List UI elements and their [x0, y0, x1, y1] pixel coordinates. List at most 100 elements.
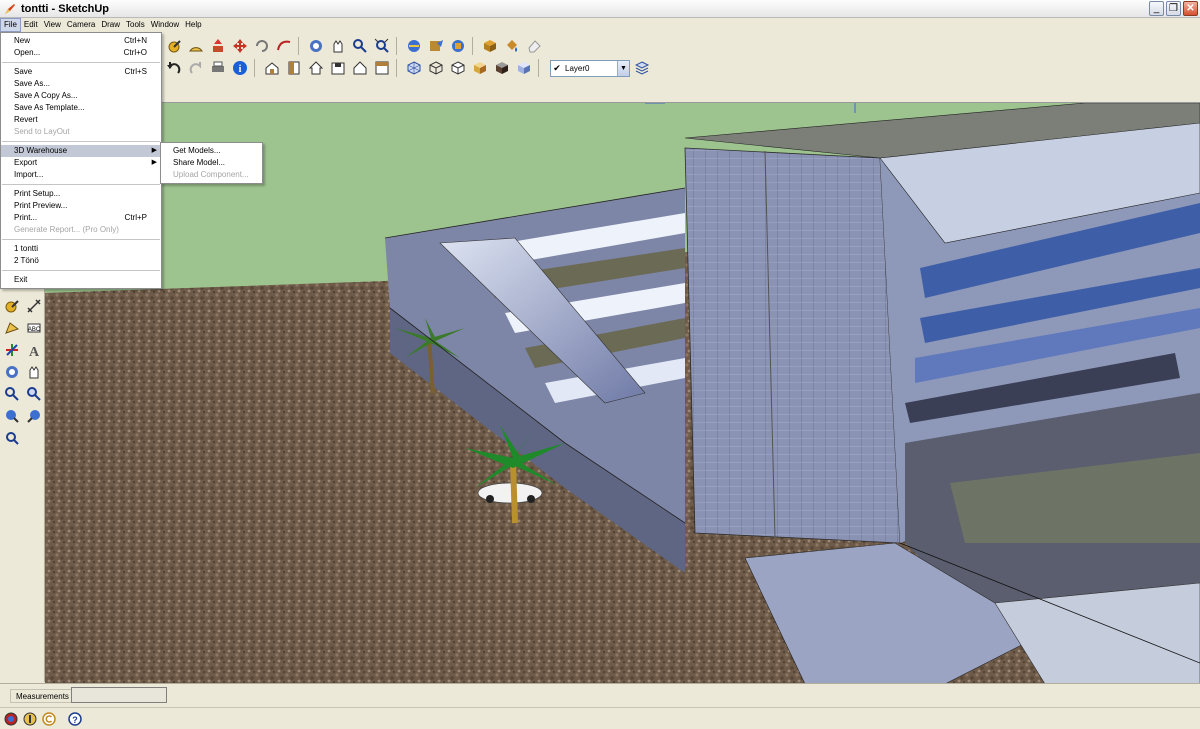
protractor-icon[interactable] — [2, 318, 22, 338]
file-menu-open[interactable]: Open... Ctrl+O — [1, 47, 161, 59]
file-menu-dropdown: New Ctrl+N Open... Ctrl+O Save Ctrl+S Save … — [0, 32, 162, 289]
share-component-icon[interactable] — [448, 36, 468, 56]
chevron-down-icon[interactable]: ▼ — [617, 60, 629, 76]
print-icon[interactable] — [208, 58, 228, 78]
layer-dropdown[interactable]: ✔ Layer0 ▼ — [550, 59, 630, 77]
wireframe-style-icon[interactable] — [426, 58, 446, 78]
hidden-line-style-icon[interactable] — [448, 58, 468, 78]
file-menu-recent-2[interactable]: 2 Tönö — [1, 255, 161, 267]
get-models-icon[interactable] — [404, 36, 424, 56]
tape-measure-icon[interactable] — [2, 296, 22, 316]
orbit-icon[interactable] — [2, 362, 22, 382]
rotate-icon[interactable] — [252, 36, 272, 56]
file-menu-export[interactable]: Export ▶ — [1, 157, 161, 169]
menu-edit[interactable]: Edit — [21, 18, 41, 32]
pan-icon[interactable] — [328, 36, 348, 56]
drawing-viewport[interactable] — [45, 102, 1200, 683]
help-icon[interactable]: ? — [67, 711, 83, 727]
file-menu-recent-1[interactable]: 1 tontti — [1, 243, 161, 255]
component-icon[interactable] — [480, 36, 500, 56]
file-menu-print-setup[interactable]: Print Setup... — [1, 188, 161, 200]
zoom-icon[interactable] — [2, 384, 22, 404]
minimize-button[interactable]: _ — [1149, 1, 1164, 16]
file-menu-revert[interactable]: Revert — [1, 114, 161, 126]
dimension-icon[interactable] — [24, 296, 44, 316]
move-icon[interactable] — [230, 36, 250, 56]
back-view-icon[interactable] — [350, 58, 370, 78]
measurements-input[interactable] — [71, 687, 167, 703]
push-pull-icon[interactable] — [208, 36, 228, 56]
model-scene — [45, 103, 1200, 683]
menu-label: Exit — [14, 275, 28, 284]
share-model-icon[interactable] — [426, 36, 446, 56]
layer-manager-icon[interactable] — [632, 58, 652, 78]
file-menu-exit[interactable]: Exit — [1, 274, 161, 286]
right-view-icon[interactable] — [328, 58, 348, 78]
menu-label: Save — [14, 67, 33, 76]
maximize-button[interactable]: ❐ — [1166, 1, 1181, 16]
title-bar: tontti - SketchUp _ ❐ ✕ — [0, 0, 1200, 18]
left-view-icon[interactable] — [372, 58, 392, 78]
iso-view-icon[interactable] — [262, 58, 282, 78]
menu-window[interactable]: Window — [148, 18, 182, 32]
tape-measure-icon[interactable] — [164, 36, 184, 56]
zoom-window-icon[interactable] — [24, 384, 44, 404]
xray-style-icon[interactable] — [404, 58, 424, 78]
paint-bucket-icon[interactable] — [502, 36, 522, 56]
close-button[interactable]: ✕ — [1183, 1, 1198, 16]
credits-icon[interactable] — [22, 711, 38, 727]
left-toolbar-grid: ABC A — [2, 296, 44, 448]
orbit-icon[interactable] — [306, 36, 326, 56]
copyright-icon[interactable] — [41, 711, 57, 727]
axes-icon[interactable] — [2, 340, 22, 360]
menu-help[interactable]: Help — [182, 18, 204, 32]
submenu-arrow-icon: ▶ — [151, 147, 157, 154]
menu-separator — [2, 184, 160, 185]
file-menu-3d-warehouse[interactable]: 3D Warehouse ▶ — [1, 145, 161, 157]
submenu-share-model[interactable]: Share Model... — [161, 157, 262, 169]
redo-icon[interactable] — [186, 58, 206, 78]
shortcut-label: Ctrl+N — [124, 36, 147, 45]
pan-icon[interactable] — [24, 362, 44, 382]
file-menu-import[interactable]: Import... — [1, 169, 161, 181]
file-menu-save-as[interactable]: Save As... — [1, 78, 161, 90]
shortcut-label: Ctrl+O — [123, 48, 147, 57]
undo-icon[interactable] — [164, 58, 184, 78]
3d-text-icon[interactable]: A — [24, 340, 44, 360]
geo-location-icon[interactable] — [3, 711, 19, 727]
shaded-textures-style-icon[interactable] — [492, 58, 512, 78]
menu-tools[interactable]: Tools — [123, 18, 148, 32]
text-icon[interactable]: ABC — [24, 318, 44, 338]
file-menu-print-preview[interactable]: Print Preview... — [1, 200, 161, 212]
model-info-icon[interactable]: i — [230, 58, 250, 78]
file-menu-save[interactable]: Save Ctrl+S — [1, 66, 161, 78]
shaded-style-icon[interactable] — [470, 58, 490, 78]
previous-view-icon[interactable] — [2, 406, 22, 426]
menu-file[interactable]: File — [0, 18, 21, 32]
follow-me-icon[interactable] — [274, 36, 294, 56]
file-menu-save-copy-as[interactable]: Save A Copy As... — [1, 90, 161, 102]
submenu-get-models[interactable]: Get Models... — [161, 145, 262, 157]
menu-label: 2 Tönö — [14, 256, 39, 265]
menu-separator — [2, 270, 160, 271]
menu-camera[interactable]: Camera — [64, 18, 98, 32]
file-menu-print[interactable]: Print... Ctrl+P — [1, 212, 161, 224]
menu-separator — [2, 239, 160, 240]
menu-label: Send to LayOut — [14, 127, 70, 136]
menu-label: Save As Template... — [14, 103, 85, 112]
zoom-extents-icon[interactable] — [2, 428, 22, 448]
menu-view[interactable]: View — [41, 18, 64, 32]
protractor-icon[interactable] — [186, 36, 206, 56]
file-menu-new[interactable]: New Ctrl+N — [1, 35, 161, 47]
next-view-icon[interactable] — [24, 406, 44, 426]
front-view-icon[interactable] — [306, 58, 326, 78]
monochrome-style-icon[interactable] — [514, 58, 534, 78]
top-view-icon[interactable] — [284, 58, 304, 78]
zoom-extents-icon[interactable] — [372, 36, 392, 56]
menu-draw[interactable]: Draw — [98, 18, 123, 32]
file-menu-generate-report: Generate Report... (Pro Only) — [1, 224, 161, 236]
eraser-icon[interactable] — [524, 36, 544, 56]
zoom-icon[interactable] — [350, 36, 370, 56]
file-menu-save-as-template[interactable]: Save As Template... — [1, 102, 161, 114]
svg-text:ABC: ABC — [28, 327, 41, 333]
